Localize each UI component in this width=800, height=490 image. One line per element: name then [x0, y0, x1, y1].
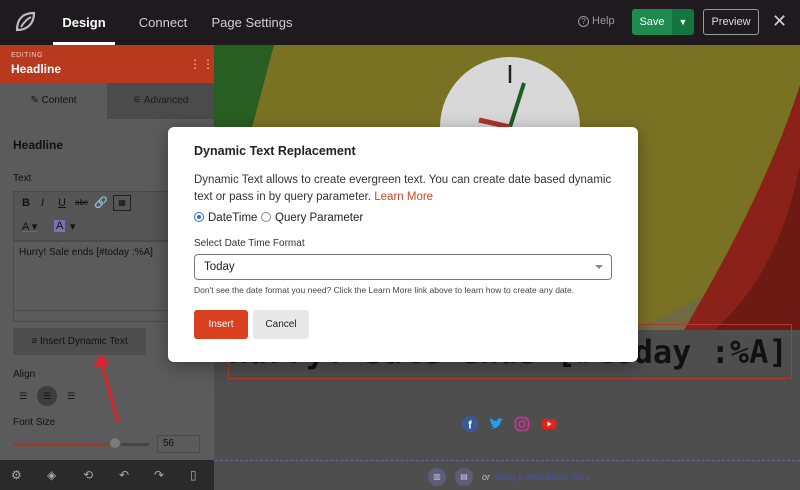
radio-query-parameter[interactable]: Query Parameter [261, 212, 363, 224]
align-label: Align [13, 369, 36, 380]
hint-text: Don't see the date format you need? Clic… [194, 285, 575, 295]
twitter-icon[interactable] [488, 416, 504, 432]
italic-icon[interactable]: I [41, 197, 44, 209]
select-value: Today [204, 261, 235, 273]
text-label: Text [13, 173, 32, 184]
redo-icon[interactable]: ↷ [154, 468, 164, 482]
pencil-icon: ✎ [30, 95, 42, 106]
tab-page-settings[interactable]: Page Settings [208, 0, 296, 45]
layers-icon[interactable]: ◈ [47, 468, 56, 482]
side-tabs: ✎ Content ⚟ Advanced [0, 83, 214, 119]
annotation-arrow [94, 354, 120, 423]
cancel-button[interactable]: Cancel [253, 310, 309, 339]
close-icon[interactable]: ✕ [772, 11, 787, 32]
dropzone-link[interactable]: Drag a new block here [495, 472, 591, 482]
radio-datetime[interactable]: DateTime [194, 212, 257, 224]
dynamic-text-modal: Dynamic Text Replacement Dynamic Text al… [168, 127, 638, 362]
font-size-label: Font Size [13, 417, 56, 428]
drag-handle-icon[interactable]: ⋮⋮⋮ [189, 57, 214, 71]
underline-icon[interactable]: U [58, 197, 66, 209]
grid-layout-icon[interactable]: ▥ [428, 468, 446, 486]
bold-icon[interactable]: B [22, 197, 30, 209]
facebook-icon[interactable]: f [462, 416, 478, 432]
editing-title: Headline [11, 62, 62, 76]
chevron-down-icon [595, 265, 603, 269]
font-size-slider[interactable] [13, 443, 149, 446]
radio-datetime-label: DateTime [208, 212, 258, 224]
editing-header: EDITING Headline ⋮⋮⋮ [0, 45, 214, 83]
seedprod-logo-icon[interactable] [12, 8, 40, 36]
font-size-slider-fill [13, 443, 115, 446]
font-size-slider-handle[interactable] [109, 437, 121, 449]
question-icon: ? [578, 16, 589, 27]
tab-connect[interactable]: Connect [130, 0, 196, 45]
radio-checked-icon [194, 212, 204, 222]
tab-content-label: Content [41, 95, 77, 106]
highlight-color-icon[interactable]: A [54, 220, 66, 232]
history-icon[interactable]: ⟲ [83, 468, 93, 482]
insert-button[interactable]: Insert [194, 310, 248, 339]
strikethrough-icon[interactable]: abc [75, 198, 88, 207]
date-format-select[interactable]: Today [194, 254, 612, 280]
help-link[interactable]: ? Help [578, 15, 615, 27]
gear-icon[interactable]: ⚙ [11, 468, 22, 482]
chevron-down-icon[interactable]: ▾ [70, 220, 76, 233]
select-label: Select Date Time Format [194, 238, 305, 249]
modal-description: Dynamic Text allows to create evergreen … [194, 172, 614, 206]
section-title: Headline [13, 138, 64, 152]
text-color-icon[interactable]: A ▾ [22, 220, 37, 233]
save-button[interactable]: Save [632, 9, 672, 35]
dynamic-text-icon: ≡ [31, 336, 40, 347]
dropzone-or: or [482, 472, 491, 482]
youtube-icon[interactable] [541, 416, 557, 432]
mobile-preview-icon[interactable]: ▯ [190, 468, 197, 482]
radio-unchecked-icon [261, 212, 271, 222]
undo-icon[interactable]: ↶ [119, 468, 129, 482]
code-view-icon[interactable]: ▦ [113, 195, 131, 211]
tab-advanced-label: Advanced [143, 95, 189, 106]
instagram-icon[interactable] [514, 416, 530, 432]
modal-title: Dynamic Text Replacement [194, 144, 356, 158]
link-icon[interactable]: 🔗 [94, 196, 108, 209]
align-left-icon[interactable]: ☰ [13, 386, 33, 406]
help-label: Help [592, 15, 615, 27]
editing-small-label: EDITING [11, 52, 43, 59]
learn-more-link[interactable]: Learn More [374, 191, 433, 203]
bottom-toolbar: ⚙ ◈ ⟲ ↶ ↷ ▯ [0, 460, 214, 490]
svg-text:f: f [468, 420, 472, 432]
font-size-input[interactable]: 56 [157, 435, 200, 453]
align-center-icon[interactable]: ☰ [37, 386, 57, 406]
tab-content[interactable]: ✎ Content [0, 83, 107, 119]
tab-advanced[interactable]: ⚟ Advanced [107, 83, 214, 119]
top-nav: Design Connect Page Settings ? Help Save … [0, 0, 800, 45]
chevron-down-icon[interactable]: ▼ [672, 9, 694, 35]
preview-button[interactable]: Preview [703, 9, 759, 35]
insert-dynamic-text-label: Insert Dynamic Text [40, 336, 128, 347]
template-layout-icon[interactable]: ▤ [455, 468, 473, 486]
radio-query-label: Query Parameter [275, 212, 364, 224]
align-right-icon[interactable]: ☰ [61, 386, 81, 406]
tab-design[interactable]: Design [53, 0, 115, 45]
sliders-icon: ⚟ [132, 95, 144, 106]
